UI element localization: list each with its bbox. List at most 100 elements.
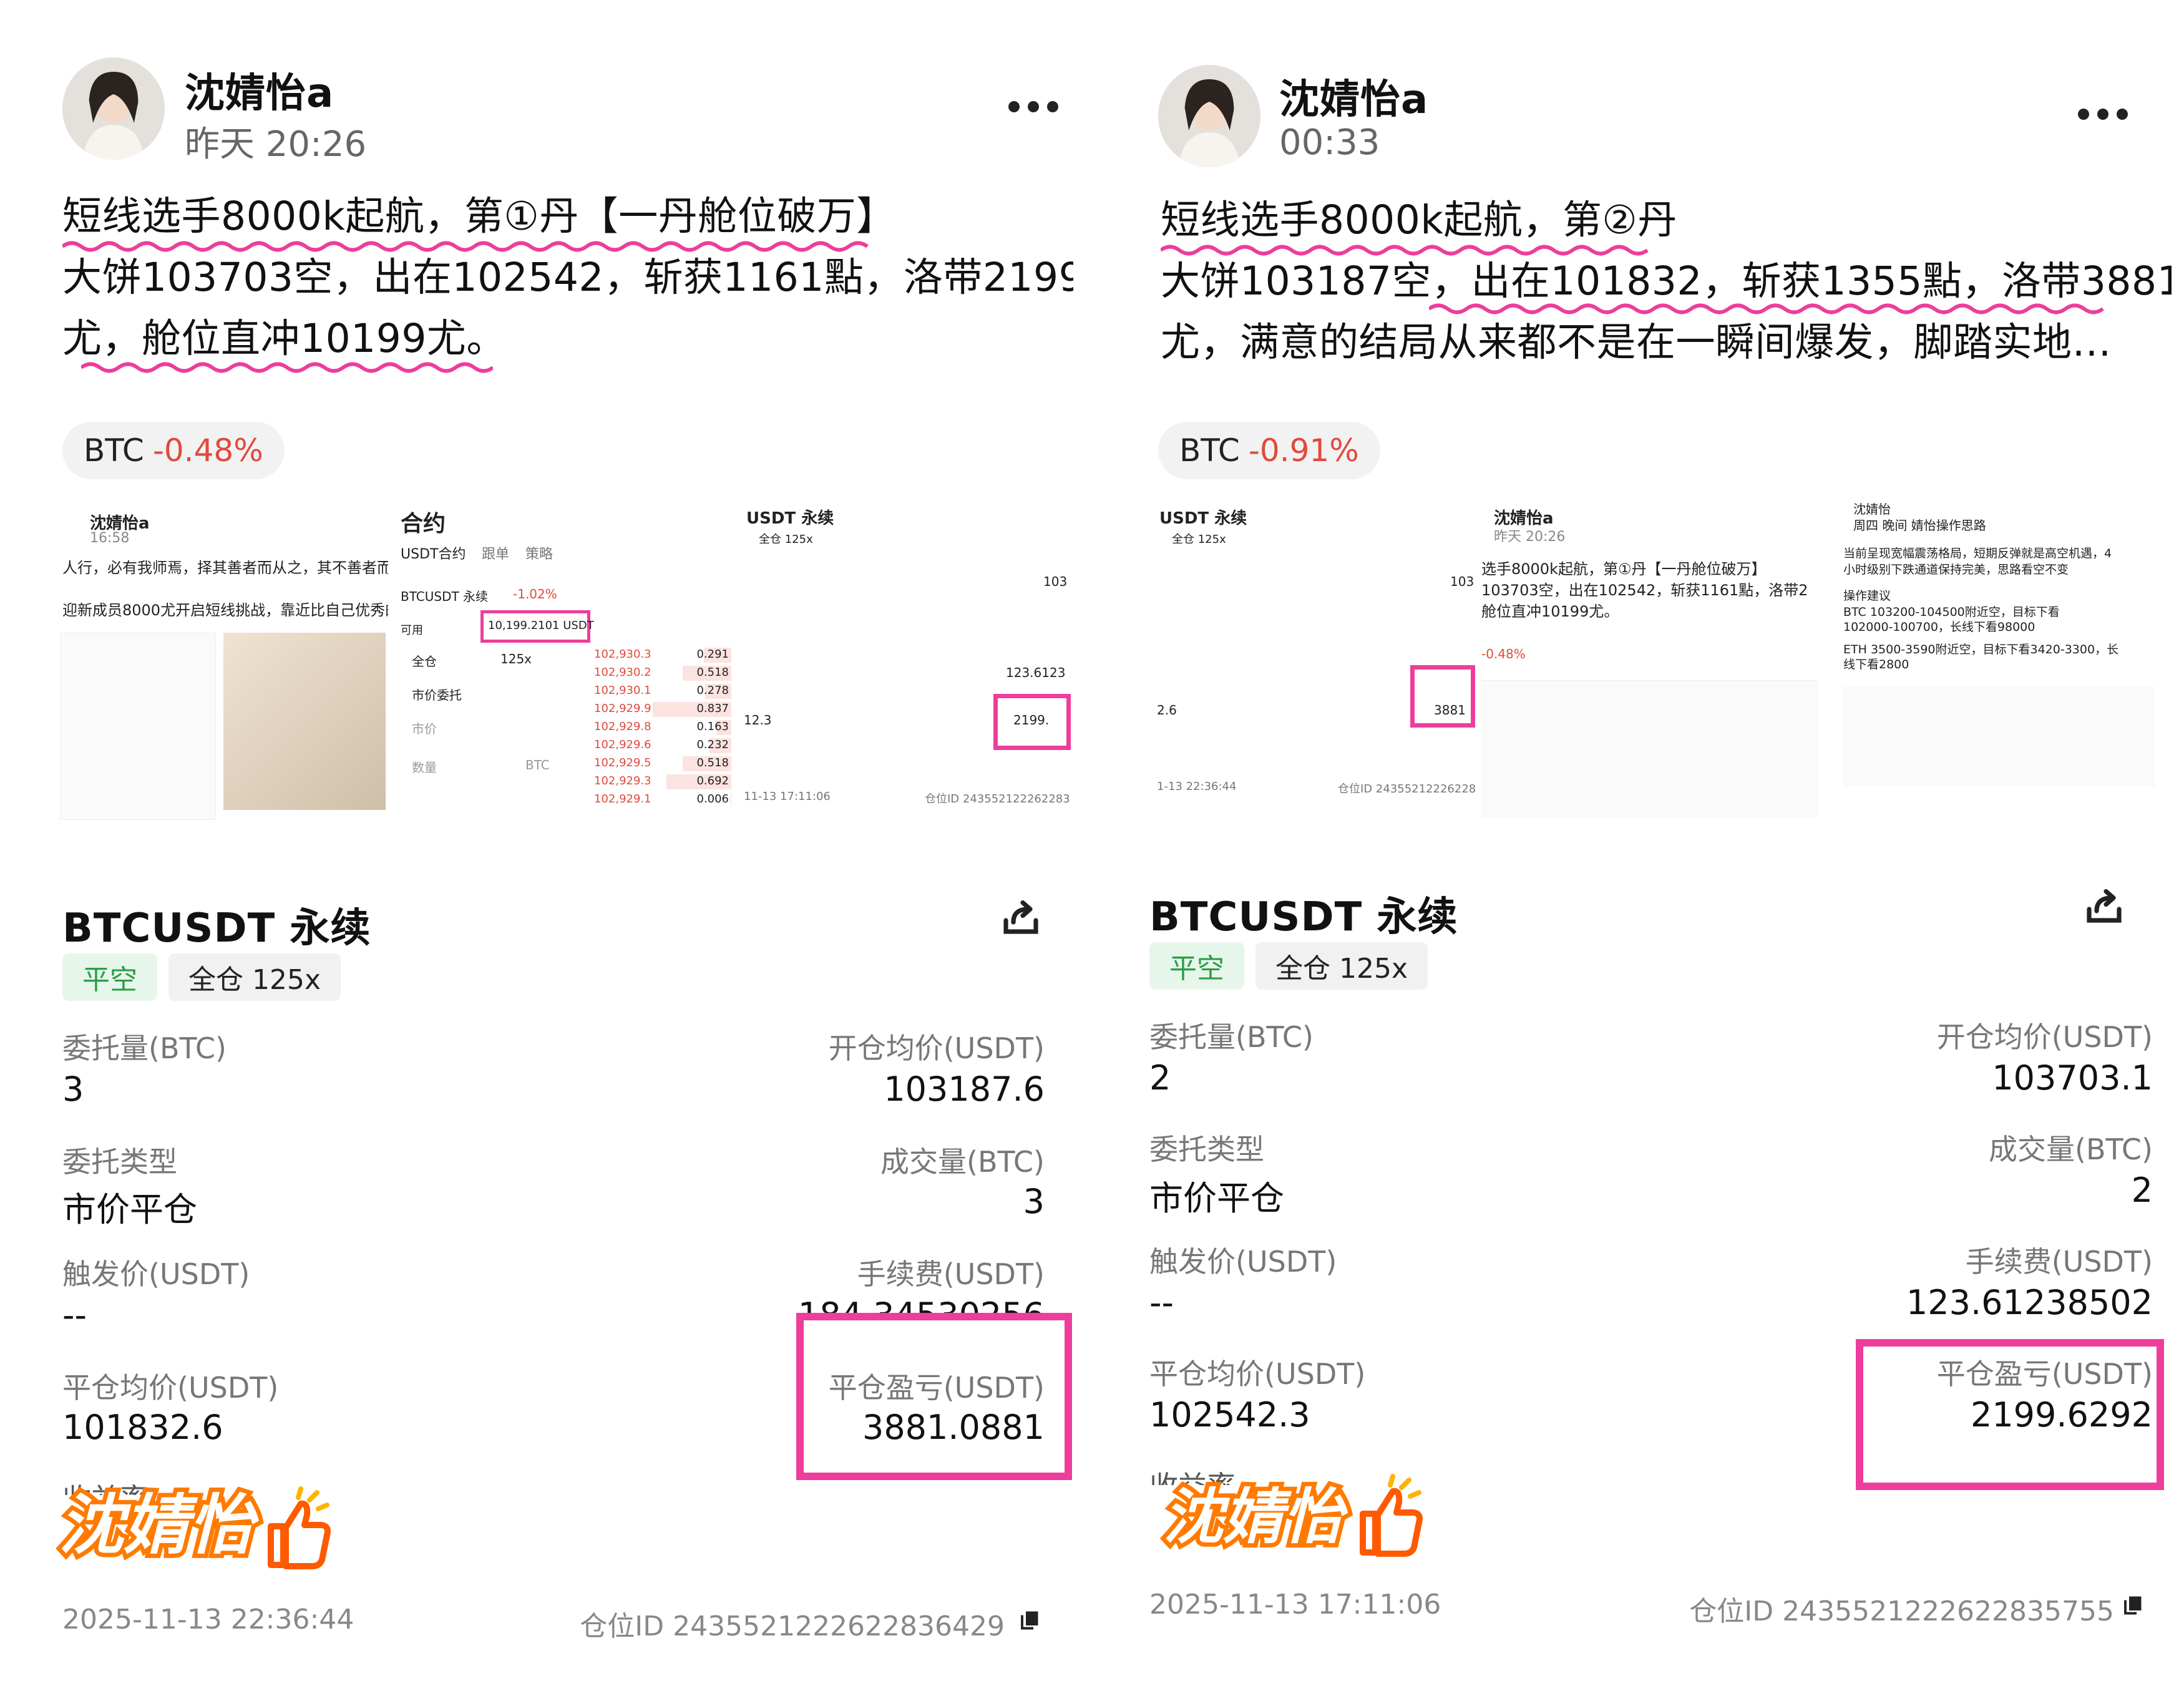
field-label: 开仓均价(USDT)	[828, 1031, 1045, 1065]
username[interactable]: 沈婧怡a	[185, 61, 334, 119]
ticker-chip[interactable]: BTC -0.48%	[62, 422, 285, 479]
thumb-text: -1.02%	[513, 587, 557, 602]
highlight-box	[796, 1313, 1072, 1480]
sticker-text: 沈婧怡	[1163, 1482, 1348, 1552]
thumb-screenshot	[1843, 686, 2155, 786]
order-qty: 0.291	[696, 648, 729, 661]
post-text[interactable]: 短线选手8000k起航，第①丹【一丹舱位破万】 大饼103703空，出在1025…	[62, 186, 1073, 369]
thumb-text: BTCUSDT 永续	[401, 589, 489, 604]
post-text[interactable]: 短线选手8000k起航，第②丹 大饼103187空，出在101832，斩获135…	[1161, 190, 2172, 373]
order-price: 102,929.8	[594, 720, 651, 733]
order-qty: 0.518	[696, 756, 729, 769]
name-sticker: 沈婧怡	[1159, 1474, 1423, 1557]
image-strip[interactable]: 沈婧怡a 16:58 人行，必有我师焉，择其善者而从之，其不善者而改 迎新成员8…	[60, 499, 1071, 830]
thumb-text: 昨天 20:26	[1494, 529, 1566, 545]
order-book-row: 102,929.8 0.163	[592, 719, 731, 736]
card-title: BTCUSDT 永续	[62, 905, 371, 952]
field-label: 委托量(BTC)	[62, 1031, 227, 1065]
field-label: 委托类型	[1149, 1133, 1264, 1166]
thumb-text: 舱位直冲10199尤。	[1481, 603, 1619, 620]
thumb-text: 可用	[401, 624, 423, 637]
thumb-text: 12.3	[744, 713, 772, 728]
thumb-text: 合约	[401, 511, 446, 537]
margin-tag: 全仓 125x	[168, 953, 341, 1001]
field-label: 平仓均价(USDT)	[1149, 1357, 1366, 1391]
thumb-text: 102000-100700，长线下看98000	[1843, 620, 2035, 634]
thumb-text: 人行，必有我师焉，择其善者而从之，其不善者而改	[62, 559, 388, 577]
thumb-text: 125x	[500, 651, 532, 666]
thumb-text: 小时级别下跌通道保持完美，思路看空不变	[1843, 563, 2069, 577]
thumb-text: 16:58	[90, 530, 130, 546]
order-book-row: 102,930.3 0.291	[592, 646, 731, 664]
order-price: 102,930.1	[594, 684, 651, 697]
order-qty: 0.006	[696, 792, 729, 806]
image-strip[interactable]: USDT 永续 全仓 125x 103 2.6 3881 1-13 22:36:…	[1157, 499, 2168, 830]
order-qty: 0.837	[696, 702, 729, 715]
thumb-text: 市价委托	[412, 688, 462, 703]
thumbnail-image[interactable]: USDT 永续 全仓 125x 103 2.6 3881 1-13 22:36:…	[1157, 499, 1475, 830]
order-price: 102,930.3	[594, 648, 651, 661]
thumbnail-image[interactable]: USDT 永续 全仓 125x 103 12.3 123.6123 2199. …	[744, 499, 1071, 830]
thumb-text: 策略	[525, 547, 553, 562]
copy-icon[interactable]	[2122, 1594, 2144, 1616]
thumbnail-image[interactable]: 沈婧怡 周四 晚间 婧怡操作思路 当前呈现宽幅震荡格局，短期反弹就是高空机遇，4…	[1831, 499, 2168, 830]
order-book-row: 102,929.5 0.518	[592, 755, 731, 772]
thumb-text: 选手8000k起航，第①丹【一丹舱位破万】	[1481, 560, 1767, 578]
position-id: 仓位ID 2435521222622835755	[1689, 1596, 2114, 1627]
order-price: 102,929.6	[594, 738, 651, 751]
copy-icon[interactable]	[1018, 1609, 1041, 1631]
username[interactable]: 沈婧怡a	[1279, 67, 1428, 125]
highlight-box	[1410, 665, 1475, 728]
field-label: 委托类型	[62, 1145, 177, 1179]
thumb-text: 仓位ID 243552122262283	[925, 792, 1070, 806]
post-time: 昨天 20:26	[185, 124, 367, 165]
highlight-box	[1856, 1339, 2164, 1490]
thumb-text: 全仓 125x	[1172, 533, 1226, 546]
thumbnail-image[interactable]: 沈婧怡a 昨天 20:26 选手8000k起航，第①丹【一丹舱位破万】 1037…	[1481, 499, 1818, 830]
field-value: 102542.3	[1149, 1395, 1310, 1435]
thumb-text: 当前呈现宽幅震荡格局，短期反弹就是高空机遇，4	[1843, 547, 2112, 560]
order-price: 102,929.3	[594, 774, 651, 787]
field-label: 开仓均价(USDT)	[1936, 1020, 2153, 1054]
field-label: 手续费(USDT)	[857, 1257, 1045, 1291]
field-label: 触发价(USDT)	[1149, 1245, 1337, 1279]
field-value: 3	[1023, 1182, 1045, 1221]
order-book: 102,930.3 0.291 102,930.2 0.518 102,930.1 0.2…	[592, 646, 731, 821]
avatar[interactable]	[1158, 65, 1260, 167]
name-sticker: 沈婧怡	[54, 1483, 331, 1569]
post-card-1: 沈婧怡a 昨天 20:26 短线选手8000k起航，第①丹【一丹舱位破万】 大饼…	[0, 0, 1092, 1681]
thumb-text: 2.6	[1157, 703, 1177, 718]
field-label: 成交量(BTC)	[1989, 1133, 2153, 1166]
post-line: 尤，舱位直冲10199尤。	[62, 316, 506, 361]
card-title: BTCUSDT 永续	[1149, 894, 1458, 940]
thumb-text: USDT 永续	[1159, 509, 1247, 528]
field-label: 触发价(USDT)	[62, 1257, 250, 1291]
order-price: 102,930.2	[594, 666, 651, 679]
thumbnail-image[interactable]: 沈婧怡a 16:58 人行，必有我师焉，择其善者而从之，其不善者而改 迎新成员8…	[60, 499, 388, 830]
order-qty: 0.518	[696, 666, 729, 679]
share-icon[interactable]	[998, 896, 1043, 941]
thumbnail-image[interactable]: 合约 USDT合约 跟单 策略 BTCUSDT 永续 -1.02% 10,199…	[401, 499, 731, 830]
thumb-text: USDT 永续	[746, 509, 834, 528]
thumb-text: 103	[1450, 574, 1475, 589]
thumb-text: USDT合约	[401, 547, 466, 562]
share-icon[interactable]	[2082, 885, 2127, 930]
order-book-row: 102,929.1 0.006	[592, 791, 731, 809]
more-icon[interactable]	[2078, 105, 2128, 124]
thumb-text: 全仓 125x	[759, 533, 813, 546]
more-icon[interactable]	[1008, 97, 1058, 116]
position-id: 仓位ID 2435521222622836429	[580, 1610, 1005, 1642]
thumb-text: 1-13 22:36:44	[1157, 780, 1237, 793]
thumb-text: 3881	[1434, 703, 1466, 718]
order-qty: 0.278	[696, 684, 729, 697]
avatar[interactable]	[62, 57, 165, 160]
order-book-row: 102,930.2 0.518	[592, 665, 731, 682]
ticker-chip[interactable]: BTC -0.91%	[1158, 422, 1380, 479]
thumb-text: 11-13 17:11:06	[744, 790, 831, 803]
post-line: 大饼103703空，出在102542，斩获1161點，洛带2199	[62, 255, 1073, 300]
ticker-symbol: BTC	[1179, 432, 1240, 469]
side-tag: 平空	[1149, 942, 1244, 990]
field-value: --	[1149, 1283, 1174, 1322]
thumb-text: BTC	[525, 758, 550, 772]
field-value: 123.61238502	[1906, 1283, 2153, 1322]
